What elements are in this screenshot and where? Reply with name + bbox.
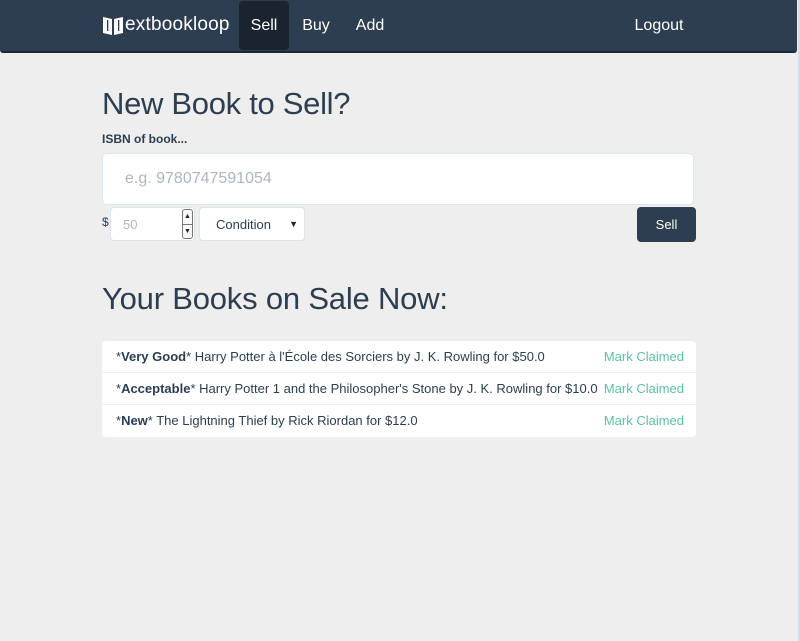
listings-list: *Very Good* Harry Potter à l'École des S… <box>102 341 696 437</box>
price-field: ▲ ▼ <box>110 207 195 241</box>
list-item: *Very Good* Harry Potter à l'École des S… <box>102 341 696 373</box>
listing-text: *Very Good* Harry Potter à l'École des S… <box>116 349 545 364</box>
mark-claimed-link[interactable]: Mark Claimed <box>604 405 684 437</box>
decrement-icon[interactable]: ▼ <box>183 225 192 239</box>
navbar: extbookloop Sell Buy Add Logout <box>0 0 797 53</box>
listing-text: *New* The Lightning Thief by Rick Riorda… <box>116 413 418 428</box>
isbn-input[interactable] <box>102 153 694 205</box>
brand-name: extbookloop <box>125 14 230 35</box>
listing-description: Harry Potter 1 and the Philosopher's Sto… <box>199 381 598 396</box>
condition-selected-value: Condition <box>216 217 271 232</box>
price-input[interactable] <box>111 208 179 240</box>
nav-sell[interactable]: Sell <box>239 1 289 50</box>
nav-buy[interactable]: Buy <box>294 1 338 50</box>
listing-condition: Very Good <box>121 349 187 364</box>
list-item: *New* The Lightning Thief by Rick Riorda… <box>102 405 696 437</box>
nav-add[interactable]: Add <box>346 1 394 50</box>
sell-form-title: New Book to Sell? <box>102 86 351 121</box>
sell-button[interactable]: Sell <box>637 207 696 242</box>
increment-icon[interactable]: ▲ <box>183 210 192 225</box>
listing-text: *Acceptable* Harry Potter 1 and the Phil… <box>116 381 598 396</box>
price-stepper[interactable]: ▲ ▼ <box>182 209 193 239</box>
listing-condition: Acceptable <box>121 381 191 396</box>
condition-select[interactable]: Condition ▼ <box>199 207 305 241</box>
logout-link[interactable]: Logout <box>624 1 694 50</box>
listing-description: Harry Potter à l'École des Sorciers by J… <box>194 349 545 364</box>
chevron-down-icon: ▼ <box>289 219 298 229</box>
brand-logo[interactable]: extbookloop <box>102 12 230 38</box>
list-item: *Acceptable* Harry Potter 1 and the Phil… <box>102 373 696 405</box>
book-icon <box>102 14 125 36</box>
listing-condition: New <box>121 413 148 428</box>
listing-description: The Lightning Thief by Rick Riordan for … <box>156 413 418 428</box>
mark-claimed-link[interactable]: Mark Claimed <box>604 341 684 373</box>
isbn-label: ISBN of book... <box>102 132 188 146</box>
mark-claimed-link[interactable]: Mark Claimed <box>604 373 684 405</box>
currency-symbol: $ <box>102 215 109 229</box>
listings-title: Your Books on Sale Now: <box>102 281 448 316</box>
